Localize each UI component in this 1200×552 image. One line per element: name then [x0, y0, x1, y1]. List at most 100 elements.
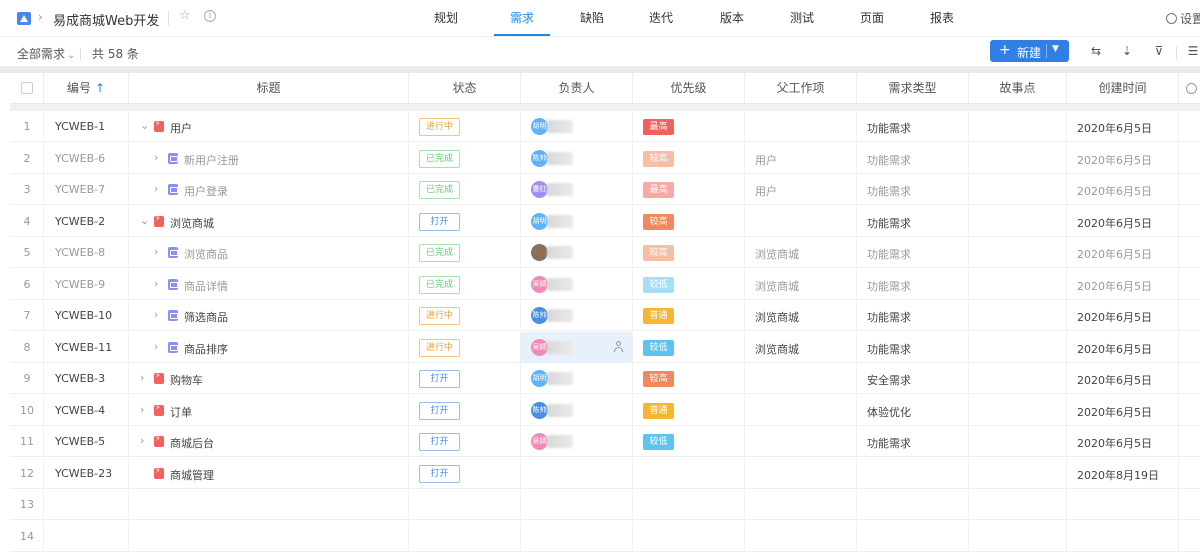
priority-badge[interactable]: 普通 [643, 402, 674, 419]
parent-item[interactable]: 用户 [755, 152, 777, 168]
column-settings-icon[interactable] [1186, 83, 1197, 94]
avatar[interactable]: 陈帅 [531, 307, 548, 324]
chevron-down-icon[interactable]: ⌄ [140, 214, 149, 227]
new-item-dropdown-caret-icon[interactable]: ▼ [1052, 44, 1059, 54]
project-title[interactable]: 易成商城Web开发 [53, 10, 159, 29]
info-icon[interactable]: i [204, 10, 216, 22]
table-row[interactable]: 7 YCWEB-10 › 筛选商品 进行中 陈帅 普通 浏览商城 功能需求 2020年6月5日 [10, 300, 1200, 331]
status-badge[interactable]: 已完成 [419, 275, 460, 294]
table-row[interactable]: 3 YCWEB-7 › 用户登录 已完成 曹红 最高 用户 功能需求 2020年6月5日 [10, 174, 1200, 205]
status-badge[interactable]: 打开 [419, 464, 460, 483]
status-badge[interactable]: 打开 [419, 401, 460, 420]
item-id[interactable]: YCWEB-7 [55, 183, 105, 196]
tab-planning[interactable]: 规划 [420, 0, 472, 36]
item-id[interactable]: YCWEB-11 [55, 341, 112, 354]
item-title[interactable]: 筛选商品 [184, 309, 228, 325]
tab-testing[interactable]: 测试 [782, 0, 822, 36]
priority-badge[interactable]: 最高 [643, 182, 674, 198]
status-badge[interactable]: 打开 [419, 370, 460, 388]
table-row[interactable]: 11 YCWEB-5 › 商城后台 打开 吴婧 较低 功能需求 2020年6月5日 [10, 426, 1200, 457]
tab-reports[interactable]: 报表 [922, 0, 962, 36]
avatar[interactable]: 曹红 [531, 181, 548, 198]
chevron-right-icon[interactable]: › [154, 245, 158, 258]
star-icon[interactable]: ☆ [179, 8, 191, 23]
item-title[interactable]: 用户登录 [184, 183, 228, 199]
tab-requirements[interactable]: 需求 [494, 0, 550, 36]
status-badge[interactable]: 已完成 [419, 149, 460, 168]
table-row[interactable]: 12 YCWEB-23 商城管理 打开 2020年8月19日 [10, 457, 1200, 489]
item-id[interactable]: YCWEB-5 [55, 435, 105, 448]
item-id[interactable]: YCWEB-23 [55, 467, 112, 480]
priority-badge[interactable]: 较低 [643, 434, 674, 450]
item-id[interactable]: YCWEB-2 [55, 215, 105, 228]
priority-badge[interactable]: 较高 [643, 371, 674, 387]
table-row[interactable]: 14 [10, 520, 1200, 552]
item-id[interactable]: YCWEB-8 [55, 246, 105, 259]
view-filter-dropdown[interactable]: 全部需求 ⌄ [17, 45, 75, 62]
filter-icon[interactable]: ⊽ [1150, 42, 1168, 60]
column-header-priority[interactable]: 优先级 [633, 73, 745, 104]
table-row[interactable]: 9 YCWEB-3 › 购物车 打开 胡明 较高 安全需求 2020年6月5日 [10, 363, 1200, 394]
select-all-checkbox[interactable] [21, 82, 33, 94]
item-title[interactable]: 用户 [170, 120, 192, 136]
table-row[interactable]: 6 YCWEB-9 › 商品详情 已完成 吴婧 较低 浏览商城 功能需求 2020年6月5日 [10, 268, 1200, 300]
assign-user-icon[interactable] [613, 340, 625, 353]
table-row[interactable]: 10 YCWEB-4 › 订单 打开 陈帅 普通 体验优化 2020年6月5日 [10, 394, 1200, 426]
status-badge[interactable]: 进行中 [419, 307, 460, 325]
tab-pages[interactable]: 页面 [852, 0, 892, 36]
avatar[interactable]: 陈帅 [531, 149, 548, 167]
sliders-icon[interactable]: ⇆ [1087, 42, 1105, 60]
app-logo-icon[interactable] [17, 12, 31, 25]
tab-defects[interactable]: 缺陷 [572, 0, 612, 36]
avatar[interactable]: 吴婧 [531, 275, 548, 293]
priority-badge[interactable]: 较低 [643, 276, 674, 293]
column-header-story-points[interactable]: 故事点 [969, 73, 1067, 104]
table-row[interactable]: 5 YCWEB-8 › 浏览商品 已完成 较高 浏览商城 功能需求 2020年6月5日 [10, 237, 1200, 268]
column-header-owner[interactable]: 负责人 [521, 73, 633, 104]
avatar[interactable]: 胡明 [531, 118, 548, 135]
avatar[interactable]: 胡明 [531, 370, 548, 387]
parent-item[interactable]: 浏览商城 [755, 278, 799, 294]
status-badge[interactable]: 进行中 [419, 338, 460, 357]
item-id[interactable]: YCWEB-1 [55, 120, 105, 133]
tab-iterations[interactable]: 迭代 [641, 0, 681, 36]
parent-item[interactable]: 浏览商城 [755, 341, 799, 357]
item-id[interactable]: YCWEB-9 [55, 278, 105, 291]
column-header-req-type[interactable]: 需求类型 [857, 73, 969, 104]
column-header-parent[interactable]: 父工作项 [745, 73, 857, 104]
list-view-icon[interactable]: ☰ [1184, 42, 1200, 60]
item-title[interactable]: 商城后台 [170, 435, 214, 451]
item-id[interactable]: YCWEB-4 [55, 404, 105, 417]
status-badge[interactable]: 已完成 [419, 181, 460, 199]
item-id[interactable]: YCWEB-6 [55, 152, 105, 165]
chevron-right-icon[interactable]: › [140, 434, 144, 447]
chevron-right-icon[interactable]: › [140, 371, 144, 384]
parent-item[interactable]: 浏览商城 [755, 309, 799, 325]
item-title[interactable]: 浏览商品 [184, 246, 228, 262]
status-badge[interactable]: 已完成 [419, 244, 460, 262]
column-header-id[interactable]: 编号 ↑ [44, 73, 129, 104]
priority-badge[interactable]: 普通 [643, 308, 674, 324]
chevron-right-icon[interactable]: › [154, 277, 158, 290]
chevron-right-icon[interactable]: › [140, 403, 144, 416]
item-title[interactable]: 商品详情 [184, 278, 228, 294]
item-title[interactable]: 商品排序 [184, 341, 228, 357]
sort-icon[interactable]: ⇣ [1118, 42, 1136, 60]
item-title[interactable]: 购物车 [170, 372, 203, 388]
table-row[interactable]: 8 YCWEB-11 › 商品排序 进行中 吴婧 较低 浏览商城 功能需求 2020年6月5日 [10, 331, 1200, 363]
avatar[interactable]: 吴婧 [531, 338, 548, 356]
tab-versions[interactable]: 版本 [712, 0, 752, 36]
avatar[interactable]: 陈帅 [531, 401, 548, 419]
status-badge[interactable]: 打开 [419, 212, 460, 231]
column-header-created[interactable]: 创建时间 [1067, 73, 1179, 104]
status-badge[interactable]: 打开 [419, 433, 460, 451]
priority-badge[interactable]: 较高 [643, 213, 674, 230]
priority-badge[interactable]: 较高 [643, 150, 674, 167]
table-row[interactable]: 13 [10, 489, 1200, 520]
avatar[interactable]: 吴婧 [531, 433, 548, 450]
parent-item[interactable]: 浏览商城 [755, 246, 799, 262]
avatar[interactable] [531, 244, 548, 261]
column-header-status[interactable]: 状态 [409, 73, 521, 104]
priority-badge[interactable]: 较高 [643, 245, 674, 261]
status-badge[interactable]: 进行中 [419, 118, 460, 136]
